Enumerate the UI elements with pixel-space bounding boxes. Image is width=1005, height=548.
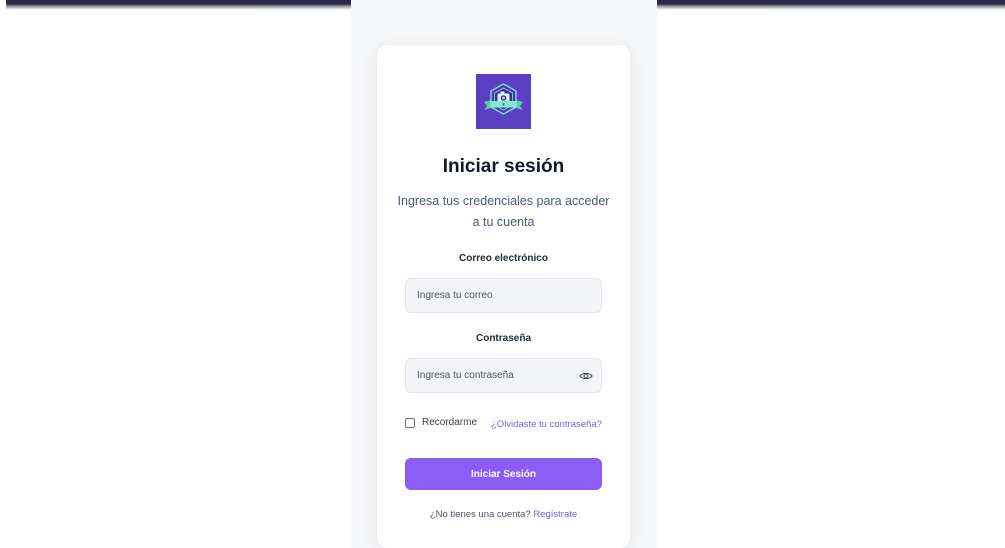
email-label: Correo electrónico <box>459 253 548 264</box>
page-subtitle: Ingresa tus credenciales para acceder a … <box>397 194 610 229</box>
password-label: Contraseña <box>475 333 531 344</box>
forgot-password-link[interactable]: ¿Olvidaste tu contraseña? <box>491 419 602 430</box>
password-field-placeholder: Ingresa tu contraseña <box>417 370 514 381</box>
remember-checkbox[interactable] <box>405 417 415 428</box>
signup-prompt-text: ¿No tienes una cuenta? <box>429 509 534 520</box>
eye-icon[interactable] <box>579 370 593 382</box>
login-button[interactable]: Iniciar Sesión <box>405 458 602 490</box>
signup-link[interactable]: Regístrate <box>533 509 577 520</box>
password-field[interactable]: Ingresa tu contraseña <box>405 358 602 393</box>
page-title: Iniciar sesión <box>442 156 565 177</box>
page: Iniciar sesión Ingresa tus credenciales … <box>0 0 1005 548</box>
login-card: Iniciar sesión Ingresa tus credenciales … <box>377 45 630 548</box>
signup-prompt: ¿No tienes una cuenta? Regístrate <box>377 509 630 520</box>
remember-me[interactable]: Recordarme <box>405 417 477 428</box>
email-field[interactable]: Ingresa tu correo <box>405 278 602 313</box>
remember-label: Recordarme <box>422 417 478 428</box>
camera-badge-logo-icon <box>476 74 531 129</box>
logo-graphic <box>476 74 531 129</box>
email-field-placeholder: Ingresa tu correo <box>417 290 493 301</box>
